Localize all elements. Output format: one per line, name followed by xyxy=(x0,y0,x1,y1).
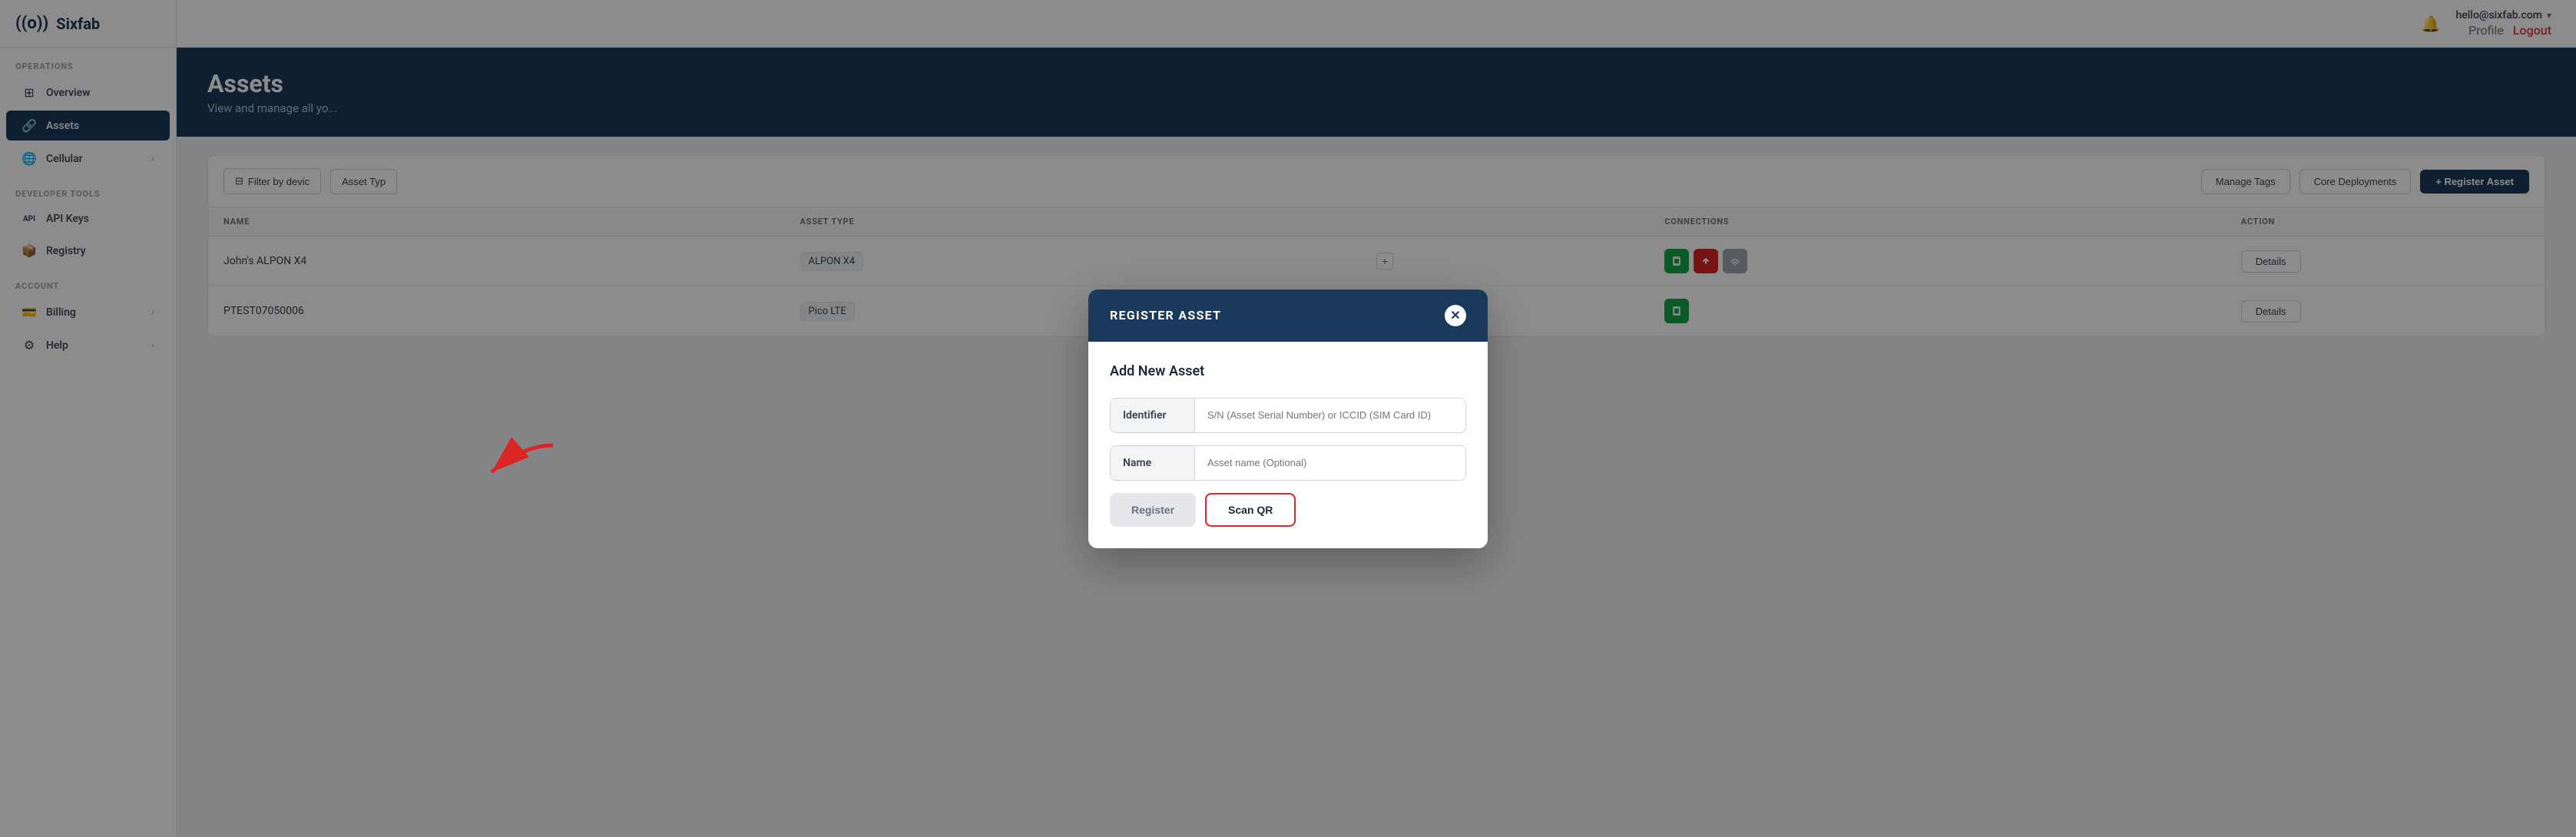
modal-header: REGISTER ASSET ✕ xyxy=(1088,289,1488,342)
name-field: Name xyxy=(1110,445,1466,481)
modal-close-button[interactable]: ✕ xyxy=(1445,305,1466,326)
modal-subtitle: Add New Asset xyxy=(1110,363,1466,379)
scan-qr-btn-label: Scan QR xyxy=(1228,504,1273,516)
close-icon: ✕ xyxy=(1450,308,1460,323)
identifier-input[interactable] xyxy=(1195,399,1465,432)
scan-qr-button[interactable]: Scan QR xyxy=(1205,493,1296,527)
register-button[interactable]: Register xyxy=(1110,493,1196,527)
modal-actions: Register Scan QR xyxy=(1110,493,1466,527)
modal-title: REGISTER ASSET xyxy=(1110,308,1221,323)
register-asset-modal: REGISTER ASSET ✕ Add New Asset Identifie… xyxy=(1088,289,1488,548)
name-label: Name xyxy=(1111,446,1195,480)
identifier-field: Identifier xyxy=(1110,398,1466,433)
modal-overlay[interactable]: REGISTER ASSET ✕ Add New Asset Identifie… xyxy=(0,0,2576,837)
name-input[interactable] xyxy=(1195,446,1465,479)
register-btn-label: Register xyxy=(1131,504,1174,516)
modal-body: Add New Asset Identifier Name Register S… xyxy=(1088,342,1488,548)
identifier-label: Identifier xyxy=(1111,399,1195,432)
